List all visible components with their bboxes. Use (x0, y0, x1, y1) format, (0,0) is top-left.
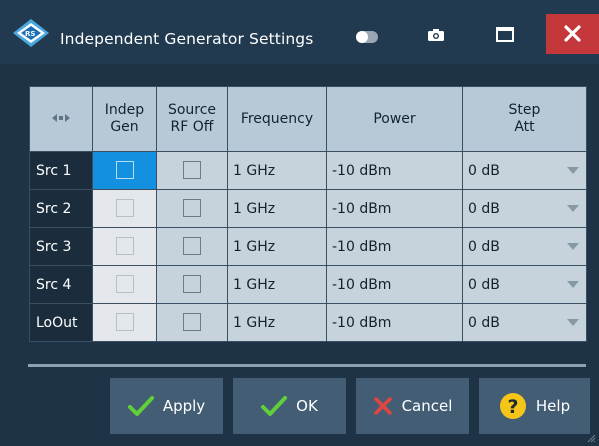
step-att-dropdown[interactable]: 0 dB (462, 151, 587, 190)
rf-off-cell[interactable] (156, 151, 228, 190)
indep-gen-checkbox[interactable] (115, 312, 134, 331)
table-row: Src 2 1 GHz -10 dBm 0 dB (29, 189, 587, 228)
svg-text:RS: RS (25, 30, 35, 38)
dropdown-arrow-icon (567, 281, 579, 288)
frequency-cell[interactable]: 1 GHz (227, 227, 327, 266)
column-header-frequency[interactable]: Frequency (227, 86, 327, 152)
indep-gen-checkbox[interactable] (115, 198, 134, 217)
column-header-power[interactable]: Power (326, 86, 463, 152)
indep-gen-checkbox[interactable] (115, 236, 134, 255)
frequency-cell[interactable]: 1 GHz (227, 151, 327, 190)
frequency-cell[interactable]: 1 GHz (227, 265, 327, 304)
dropdown-arrow-icon (567, 319, 579, 326)
camera-icon[interactable] (428, 29, 444, 41)
power-cell[interactable]: -10 dBm (326, 265, 463, 304)
column-resize-icon (52, 113, 70, 122)
title-bar: RS Independent Generator Settings (0, 0, 599, 64)
indep-gen-cell[interactable] (92, 189, 157, 228)
rf-off-checkbox[interactable] (183, 236, 201, 255)
step-att-dropdown[interactable]: 0 dB (462, 303, 587, 342)
indep-gen-cell[interactable] (92, 265, 157, 304)
help-label: Help (535, 397, 571, 415)
help-icon: ? (499, 392, 527, 420)
column-header-source-rf-off[interactable]: Source RF Off (156, 86, 228, 152)
step-att-dropdown[interactable]: 0 dB (462, 227, 587, 266)
frequency-cell[interactable]: 1 GHz (227, 189, 327, 228)
check-icon (261, 395, 288, 417)
svg-text:?: ? (507, 396, 518, 418)
apply-button[interactable]: Apply (110, 378, 223, 434)
rf-off-cell[interactable] (156, 303, 228, 342)
dropdown-arrow-icon (567, 205, 579, 212)
indep-gen-checkbox[interactable] (115, 274, 134, 293)
rf-off-cell[interactable] (156, 265, 228, 304)
row-header-src-4[interactable]: Src 4 (29, 265, 93, 304)
indep-gen-checkbox[interactable] (115, 160, 134, 179)
apply-label: Apply (162, 397, 206, 415)
indep-gen-cell[interactable] (92, 303, 157, 342)
step-att-dropdown[interactable]: 0 dB (462, 265, 587, 304)
separator (28, 364, 586, 367)
row-header-src-2[interactable]: Src 2 (29, 189, 93, 228)
table-row: Src 3 1 GHz -10 dBm 0 dB (29, 227, 587, 266)
dropdown-arrow-icon (567, 243, 579, 250)
power-cell[interactable]: -10 dBm (326, 151, 463, 190)
column-header-indep-gen[interactable]: Indep Gen (92, 86, 157, 152)
resize-grip-icon[interactable] (587, 434, 596, 443)
toggle-icon[interactable] (356, 31, 378, 43)
ok-button[interactable]: OK (233, 378, 346, 434)
cancel-button[interactable]: Cancel (356, 378, 469, 434)
independent-generator-dialog: RS Independent Generator Settings Indep … (0, 0, 599, 446)
power-cell[interactable]: -10 dBm (326, 227, 463, 266)
window-title: Independent Generator Settings (60, 30, 314, 48)
indep-gen-cell[interactable] (92, 227, 157, 266)
step-att-dropdown[interactable]: 0 dB (462, 189, 587, 228)
indep-gen-cell[interactable] (92, 151, 157, 190)
rohde-schwarz-logo: RS (13, 19, 49, 47)
rf-off-checkbox[interactable] (183, 198, 201, 217)
check-icon (127, 395, 154, 417)
table-header-row: Indep Gen Source RF Off Frequency Power St… (29, 86, 587, 152)
rf-off-checkbox[interactable] (183, 274, 201, 293)
table-row: Src 1 1 GHz -10 dBm 0 dB (29, 151, 587, 190)
row-header-src-3[interactable]: Src 3 (29, 227, 93, 266)
power-cell[interactable]: -10 dBm (326, 303, 463, 342)
column-header-step-att[interactable]: Step Att (462, 86, 587, 152)
rf-off-checkbox[interactable] (183, 312, 201, 331)
power-cell[interactable]: -10 dBm (326, 189, 463, 228)
maximize-icon[interactable] (496, 27, 514, 42)
ok-label: OK (296, 397, 318, 415)
cross-icon (373, 396, 393, 416)
row-header-loout[interactable]: LoOut (29, 303, 93, 342)
close-icon (564, 25, 581, 42)
row-header-src-1[interactable]: Src 1 (29, 151, 93, 190)
corner-header[interactable] (29, 86, 93, 152)
cancel-label: Cancel (401, 397, 453, 415)
help-button[interactable]: ? Help (479, 378, 590, 434)
rf-off-cell[interactable] (156, 227, 228, 266)
generator-table: Indep Gen Source RF Off Frequency Power St… (29, 86, 587, 342)
dropdown-arrow-icon (567, 167, 579, 174)
table-row: Src 4 1 GHz -10 dBm 0 dB (29, 265, 587, 304)
table-row: LoOut 1 GHz -10 dBm 0 dB (29, 303, 587, 342)
close-button[interactable] (546, 14, 599, 54)
frequency-cell[interactable]: 1 GHz (227, 303, 327, 342)
rf-off-checkbox[interactable] (183, 160, 201, 179)
rf-off-cell[interactable] (156, 189, 228, 228)
